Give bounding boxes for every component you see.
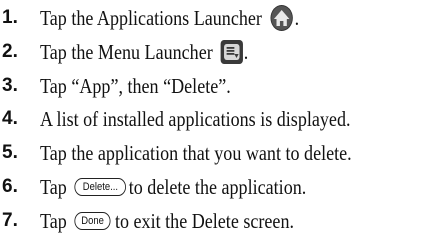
step-text: Tap “App”, then “Delete”. [40,73,231,98]
step-number: 6. [2,176,18,197]
step-number: 5. [2,142,18,163]
step-text: Tap the Menu Launcher . [40,39,248,65]
step-text-before: Tap [40,174,67,199]
step-text-before: Tap [40,208,67,233]
step-number: 2. [2,41,18,62]
instruction-list: 1. Tap the Applications Launcher . 2. Ta… [0,0,429,241]
step-2: 2. Tap the Menu Launcher . [0,35,429,69]
step-number: 4. [2,108,18,129]
step-text: Tap the application that you want to del… [40,140,352,165]
menu-icon [220,40,243,64]
step-number: 3. [2,75,18,96]
step-text: Tap the Applications Launcher . [40,4,299,32]
step-4: 4. A list of installed applications is d… [0,102,429,136]
step-text-after: . [294,5,300,30]
step-7: 7. Tap Done to exit the Delete screen. [0,204,429,238]
done-button[interactable]: Done [74,212,111,230]
step-6: 6. Tap Delete... to delete the applicati… [0,170,429,204]
step-text: A list of installed applications is disp… [40,106,351,131]
step-number: 7. [2,210,18,231]
step-text-after: to exit the Delete screen. [114,208,294,233]
step-number: 1. [2,7,18,28]
step-1: 1. Tap the Applications Launcher . [0,1,429,35]
home-icon [270,5,293,31]
step-5: 5. Tap the application that you want to … [0,136,429,170]
step-text: Tap Delete... to delete the application. [40,175,306,200]
step-text-before: Tap the Applications Launcher [40,5,262,30]
step-text-before: Tap the Menu Launcher [40,39,213,64]
step-text-after: to delete the application. [128,174,307,199]
delete-button[interactable]: Delete... [74,178,127,196]
step-text: Tap Done to exit the Delete screen. [40,209,294,234]
step-3: 3. Tap “App”, then “Delete”. [0,69,429,103]
step-text-after: . [243,39,249,64]
